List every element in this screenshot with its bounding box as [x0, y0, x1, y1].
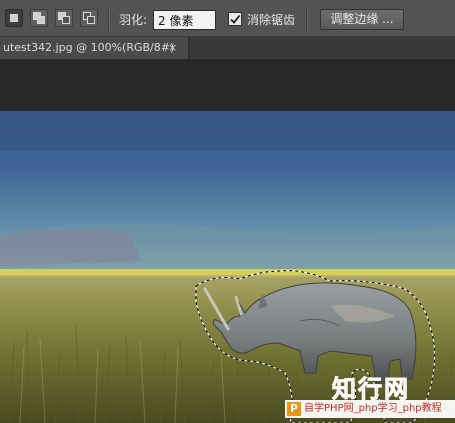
- new-selection-button[interactable]: [5, 9, 23, 27]
- watermark-logo-text: 知行网: [332, 375, 410, 402]
- refine-edge-button[interactable]: 调整边缘 ...: [320, 9, 404, 30]
- antialias-label: 消除锯齿: [247, 13, 296, 27]
- intersect-with-selection-button[interactable]: [80, 9, 98, 27]
- watermark-logo: 知行网: [332, 375, 410, 402]
- close-icon[interactable]: ×: [168, 41, 177, 54]
- feather-input[interactable]: [153, 10, 216, 30]
- feather-label: 羽化:: [119, 13, 148, 27]
- add-to-selection-button[interactable]: [30, 9, 48, 27]
- watermark-p-icon: P: [287, 402, 301, 416]
- document-tab-bar: utest342.jpg @ 100%(RGB/8#) ×: [0, 37, 455, 59]
- options-divider: [306, 6, 308, 30]
- options-bar: 羽化: 消除锯齿 调整边缘 ...: [0, 0, 455, 37]
- document-tab-title: utest342.jpg @ 100%(RGB/8#): [3, 41, 175, 54]
- subtract-from-selection-button[interactable]: [55, 9, 73, 27]
- watermark-banner-text: 自学PHP网_php学习_php教程: [304, 403, 442, 414]
- antialias-checkbox[interactable]: [228, 12, 242, 26]
- new-selection-icon: [10, 14, 18, 22]
- canvas-area[interactable]: [0, 59, 455, 423]
- document-tab[interactable]: utest342.jpg @ 100%(RGB/8#) ×: [0, 37, 189, 59]
- checkmark-icon: [230, 14, 241, 24]
- options-divider: [108, 6, 110, 30]
- watermark-banner: P 自学PHP网_php学习_php教程: [285, 400, 455, 418]
